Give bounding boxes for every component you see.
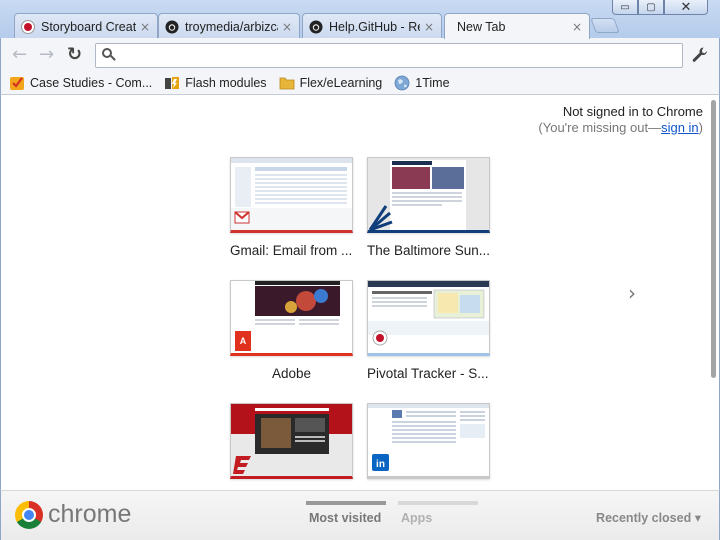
- bookmark-flash-modules[interactable]: Flash modules: [164, 75, 267, 91]
- checkmark-icon: [10, 77, 24, 90]
- sign-in-hint: (You're missing out—sign in): [538, 120, 703, 135]
- bookmark-case-studies[interactable]: Case Studies - Com...: [9, 75, 152, 91]
- chrome-logo-icon: [15, 501, 43, 529]
- tile-title: Adobe: [271, 366, 312, 381]
- most-visited-tile-adobe[interactable]: A Adobe: [230, 280, 353, 381]
- bookmark-label: 1Time: [415, 76, 450, 90]
- bookmark-label: Case Studies - Com...: [30, 76, 153, 90]
- github-icon: [165, 20, 179, 33]
- apps-tab[interactable]: Apps: [401, 511, 432, 525]
- bookmark-label: Flash modules: [185, 76, 267, 90]
- chrome-wordmark: chrome: [48, 500, 132, 528]
- espn-screenshot: [231, 404, 352, 476]
- gmail-screenshot: [231, 158, 352, 230]
- github-icon: [309, 20, 323, 33]
- new-tab-page: Not signed in to Chrome (You're missing …: [0, 95, 720, 540]
- tab-close-icon[interactable]: ×: [281, 20, 293, 34]
- most-visited-tab-indicator[interactable]: [306, 501, 386, 505]
- search-icon: [102, 48, 116, 62]
- tile-title: Pivotal Tracker - S...: [367, 366, 489, 381]
- folder-icon: [279, 77, 294, 90]
- recently-closed-label: Recently closed: [596, 511, 692, 525]
- pivotal-tracker-screenshot: [368, 281, 489, 353]
- sign-in-status: Not signed in to Chrome: [562, 104, 703, 119]
- tab-title: Help.GitHub - Rer: [329, 19, 420, 34]
- svg-text:A: A: [240, 336, 247, 346]
- thumbnail-baltimore-sun[interactable]: [367, 157, 490, 233]
- adobe-screenshot: A: [231, 281, 352, 353]
- bookmarks-bar: Case Studies - Com... Flash modules Flex…: [0, 72, 720, 95]
- tab-title: troymedia/arbizca: [185, 19, 278, 34]
- tab-close-icon[interactable]: ×: [423, 20, 435, 34]
- new-tab-footer: chrome Most visited Apps Recently closed…: [0, 490, 720, 540]
- thumbnail-pivotal-tracker[interactable]: [367, 280, 490, 356]
- wrench-icon[interactable]: [691, 46, 709, 64]
- thumbnail-gmail[interactable]: [230, 157, 353, 233]
- window-controls: ▭ ▢ ✕: [612, 0, 708, 15]
- new-tab-button[interactable]: [590, 18, 620, 33]
- minimize-button[interactable]: ▭: [612, 0, 638, 15]
- maximize-button[interactable]: ▢: [638, 0, 664, 15]
- toolbar: ← → ↻: [0, 38, 720, 72]
- tab-title: Storyboard Creato: [41, 19, 136, 34]
- bookmark-flex-elearning[interactable]: Flex/eLearning: [279, 75, 383, 91]
- svg-text:in: in: [376, 459, 385, 470]
- chevron-down-icon: ▾: [694, 511, 701, 525]
- tab-strip: ▭ ▢ ✕ Storyboard Creato × troymedia/arbi…: [0, 0, 720, 39]
- baltimore-sun-screenshot: [368, 158, 489, 230]
- omnibox[interactable]: [95, 43, 683, 68]
- back-button[interactable]: ←: [12, 45, 27, 65]
- tab-close-icon[interactable]: ×: [571, 20, 583, 34]
- tile-title: The Baltimore Sun...: [367, 243, 490, 258]
- most-visited-tab[interactable]: Most visited: [309, 511, 381, 525]
- thumbnail-espn[interactable]: [230, 403, 353, 479]
- flash-icon: [165, 77, 180, 89]
- most-visited-tile-baltimore-sun[interactable]: The Baltimore Sun...: [367, 157, 490, 258]
- apps-tab-indicator[interactable]: [398, 501, 478, 505]
- most-visited-tile-linkedin[interactable]: in: [367, 403, 490, 489]
- bookmark-label: Flex/eLearning: [299, 76, 383, 90]
- red-circle-favicon-icon: [21, 19, 35, 34]
- most-visited-tile-gmail[interactable]: Gmail: Email from ...: [230, 157, 353, 258]
- scrollbar-thumb[interactable]: [711, 100, 716, 378]
- most-visited-tile-pivotal-tracker[interactable]: Pivotal Tracker - S...: [367, 280, 490, 381]
- sign-in-link[interactable]: sign in: [661, 120, 699, 135]
- linkedin-screenshot: in: [368, 404, 489, 476]
- tab-close-icon[interactable]: ×: [139, 20, 151, 34]
- tab-storyboard-creator[interactable]: Storyboard Creato ×: [14, 13, 158, 39]
- reload-button[interactable]: ↻: [67, 45, 82, 65]
- tab-new-tab[interactable]: New Tab ×: [444, 13, 590, 39]
- thumbnail-linkedin[interactable]: in: [367, 403, 490, 479]
- close-window-button[interactable]: ✕: [664, 0, 708, 15]
- thumbnail-adobe[interactable]: A: [230, 280, 353, 356]
- next-page-arrow[interactable]: ›: [628, 281, 636, 305]
- most-visited-tile-espn[interactable]: [230, 403, 353, 489]
- globe-icon: [394, 75, 410, 91]
- tile-title: Gmail: Email from ...: [230, 243, 353, 258]
- tab-title: New Tab: [457, 19, 506, 34]
- tab-troymedia-arbizca[interactable]: troymedia/arbizca ×: [158, 13, 300, 39]
- recently-closed-menu[interactable]: Recently closed ▾: [596, 510, 701, 525]
- bookmark-1time[interactable]: 1Time: [394, 75, 450, 91]
- forward-button[interactable]: →: [39, 45, 54, 65]
- sign-in-promo: Not signed in to Chrome (You're missing …: [538, 104, 703, 136]
- tab-help-github[interactable]: Help.GitHub - Rer ×: [302, 13, 442, 39]
